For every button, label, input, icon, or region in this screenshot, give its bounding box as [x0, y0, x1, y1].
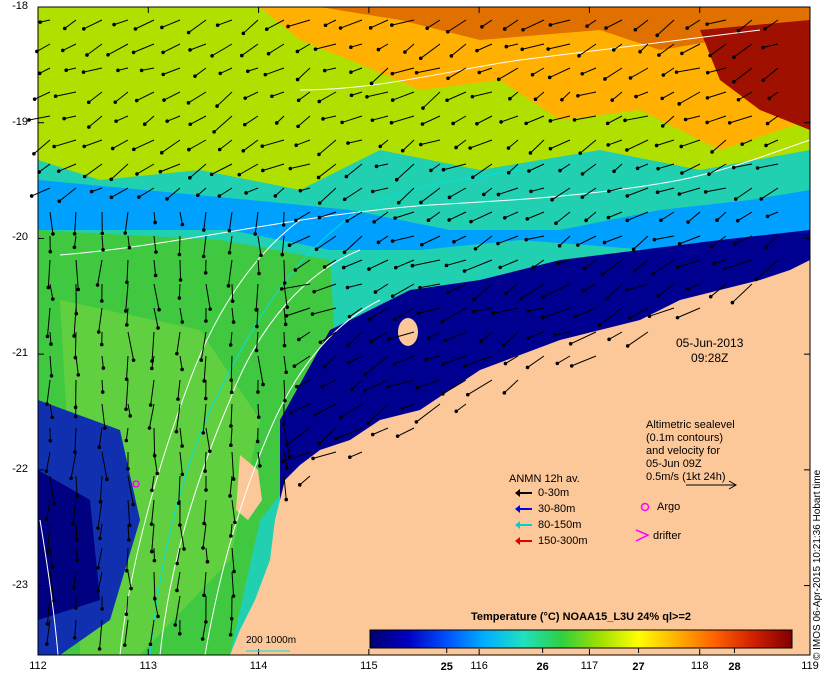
depth-scale-label: 200 1000m: [246, 635, 297, 646]
longitude-tick-label: 119: [801, 660, 819, 672]
legend-item: 0-30m: [515, 487, 570, 499]
credit-text: © IMOS 06-Apr-2015 10:21:36 Hobart time: [812, 469, 823, 660]
sealevel-line: and velocity for: [646, 445, 720, 457]
arrow-icon: [515, 537, 532, 546]
colorbar-tick-label: 26: [536, 661, 549, 673]
latitude-tick-label: -18: [12, 0, 28, 12]
longitude-tick-label: 113: [139, 660, 158, 672]
colorbar-title: Temperature (°C) NOAA15_L3U 24% ql>=2: [471, 611, 691, 623]
colorbar: [369, 629, 793, 649]
arrow-icon: [515, 521, 532, 530]
latitude-tick-label: -19: [12, 115, 28, 128]
sealevel-line: 05-Jun 09Z: [646, 458, 702, 470]
longitude-tick-label: 112: [29, 660, 47, 672]
timestamp-time: 09:28Z: [691, 351, 729, 365]
longitude-tick-label: 114: [249, 660, 268, 672]
sealevel-line: Altimetric sealevel: [646, 419, 735, 431]
latitude-tick-label: -20: [12, 231, 28, 244]
longitude-tick-label: 116: [470, 660, 488, 672]
sealevel-note: Altimetric sealevel (0.1m contours) and …: [646, 419, 735, 484]
latitude-tick-label: -23: [12, 578, 28, 591]
drifter-label: drifter: [653, 530, 682, 542]
arrow-icon: [515, 505, 532, 514]
colorbar-tick-label: 25: [440, 661, 453, 673]
legend-title: ANMN 12h av.: [509, 473, 580, 485]
latitude-tick-label: -22: [12, 462, 28, 475]
latitude-tick-label: -21: [12, 347, 28, 360]
legend-item: 150-300m: [515, 535, 588, 547]
legend-item: 30-80m: [515, 503, 576, 515]
legend-item-label: 30-80m: [538, 503, 576, 515]
arrow-icon: [515, 489, 532, 498]
argo-label: Argo: [657, 501, 681, 513]
colorbar-tick-label: 28: [728, 661, 741, 673]
legend-item-label: 0-30m: [538, 487, 570, 499]
colorbar-tick-label: 27: [632, 661, 645, 673]
timestamp: 05-Jun-2013 09:28Z: [676, 336, 743, 366]
sealevel-line: 0.5m/s (1kt 24h): [646, 471, 726, 483]
longitude-tick-label: 117: [580, 660, 599, 672]
legend-item: 80-150m: [515, 519, 582, 531]
longitude-tick-label: 118: [690, 660, 709, 672]
legend-item-label: 150-300m: [538, 535, 588, 547]
longitude-tick-label: 115: [360, 660, 378, 672]
legend-item-label: 80-150m: [538, 519, 582, 531]
sealevel-line: (0.1m contours): [646, 432, 724, 444]
timestamp-date: 05-Jun-2013: [676, 336, 744, 350]
